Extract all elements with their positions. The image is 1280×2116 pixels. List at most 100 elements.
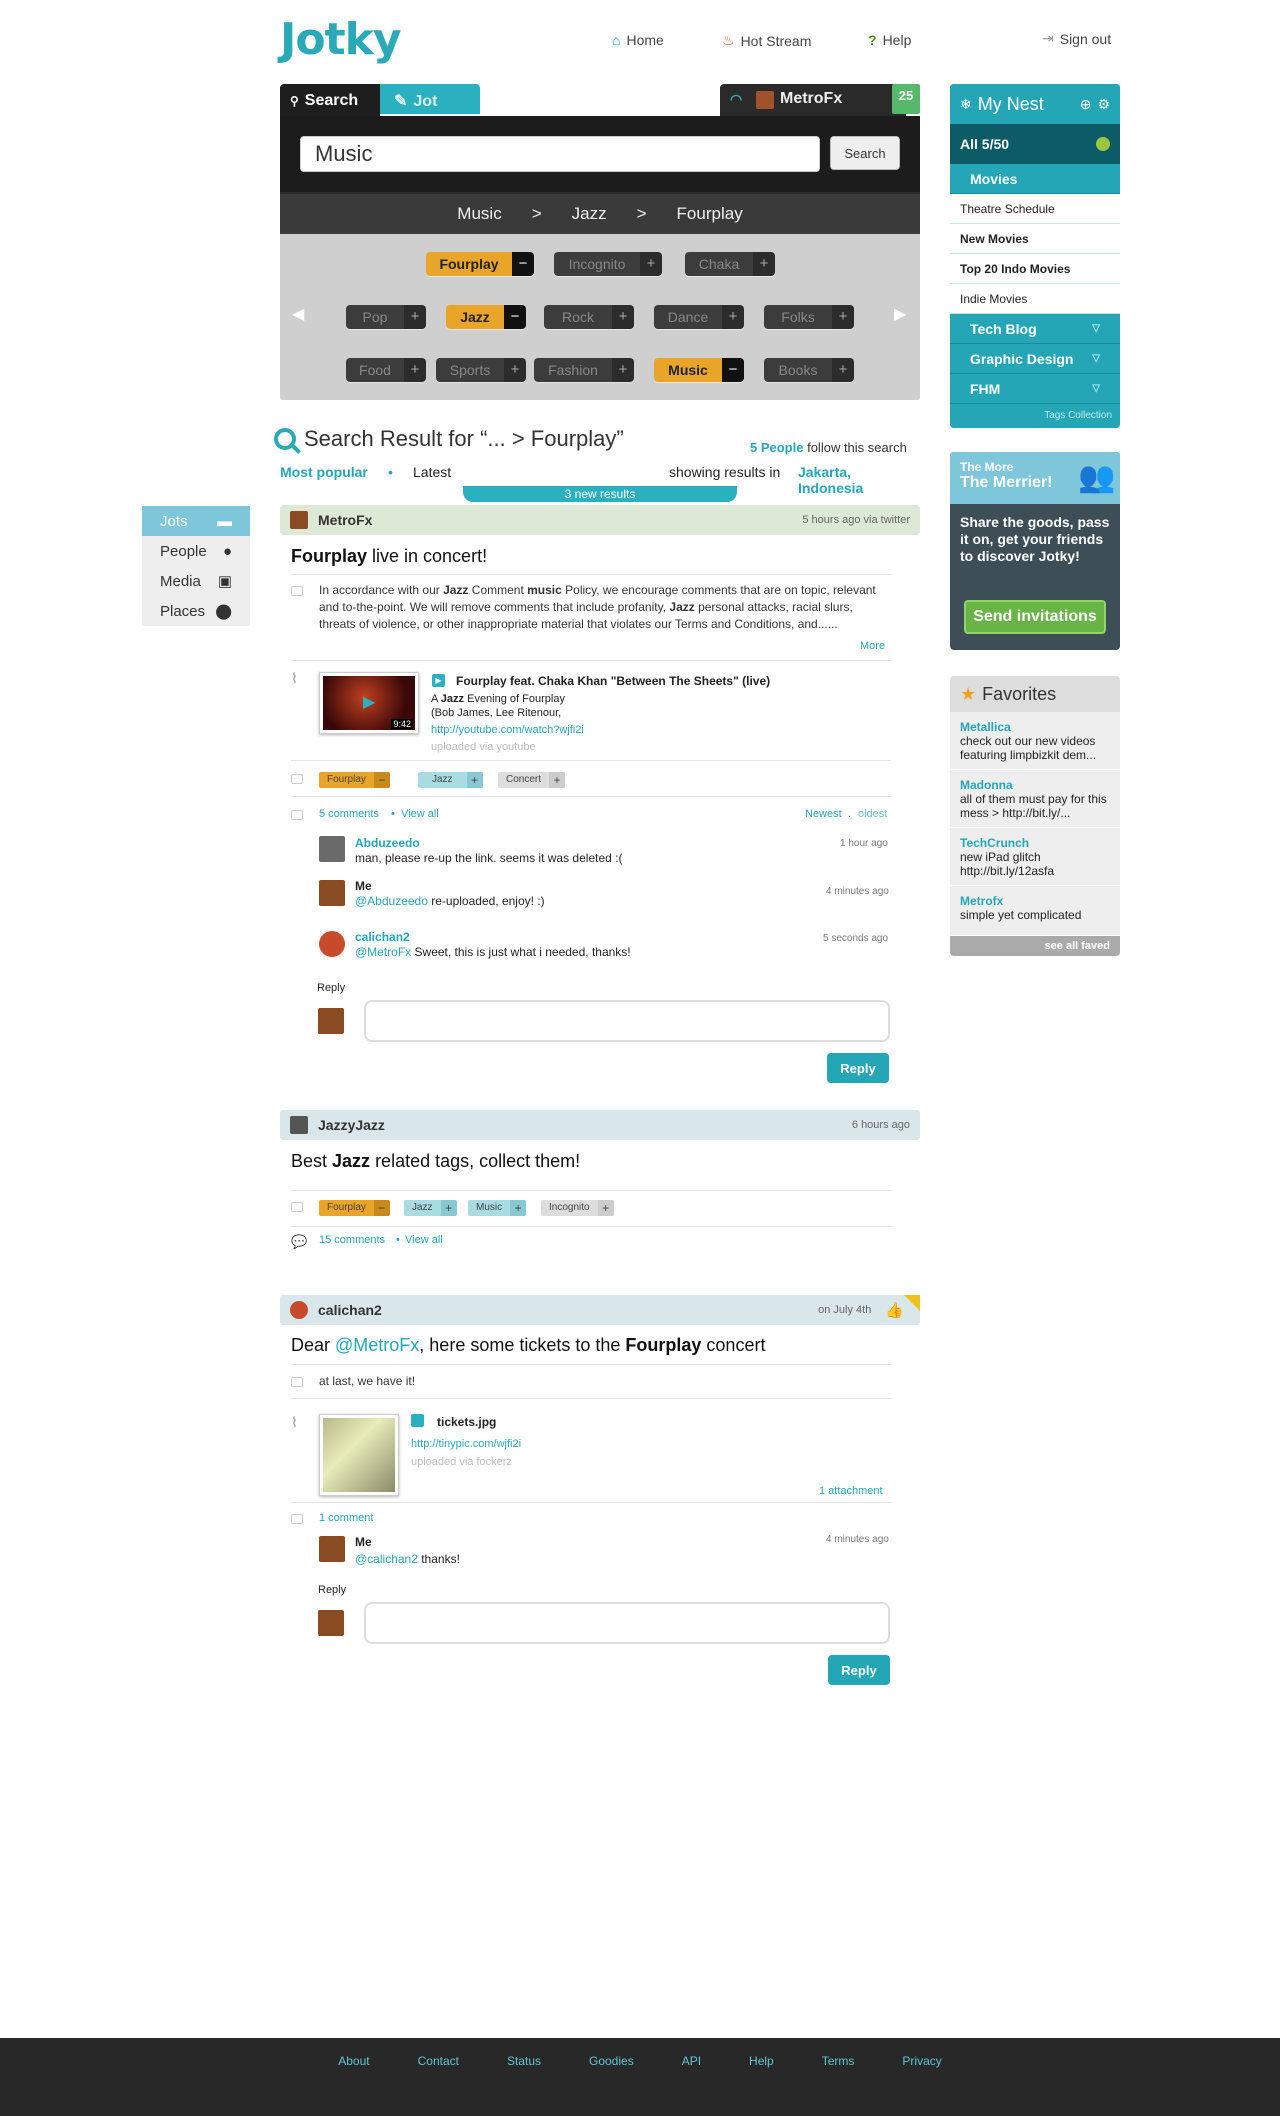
file-link[interactable]: http://tinypic.com/wjfi2i: [411, 1438, 521, 1450]
filter-jots[interactable]: Jots ▬: [142, 506, 250, 536]
notification-badge[interactable]: 25: [892, 84, 920, 114]
post-tag-incognito[interactable]: Incognito +: [541, 1200, 614, 1216]
footer-help[interactable]: Help: [725, 2054, 798, 2068]
footer-api[interactable]: API: [658, 2054, 725, 2068]
comments-count[interactable]: 1 comment: [319, 1512, 373, 1524]
tags-collection-link[interactable]: Tags Collection: [950, 404, 1120, 428]
search-button[interactable]: Search: [830, 136, 900, 170]
avatar[interactable]: [319, 836, 345, 862]
favorite-corner-icon[interactable]: [904, 1295, 920, 1311]
filter-media[interactable]: Media ▣: [142, 566, 250, 596]
post-tag-concert[interactable]: Concert +: [498, 772, 566, 788]
nest-section-graphic-design[interactable]: Graphic Design ▽: [950, 344, 1120, 374]
search-input[interactable]: [300, 136, 820, 172]
sort-newest[interactable]: Newest: [805, 808, 842, 820]
image-thumbnail[interactable]: [319, 1414, 399, 1496]
people-count-link[interactable]: 5 People: [750, 440, 803, 455]
tab-jot[interactable]: ✎ Jot: [380, 84, 480, 114]
remove-icon[interactable]: −: [373, 772, 390, 788]
comments-count[interactable]: 15 comments: [319, 1234, 385, 1246]
avatar[interactable]: [319, 931, 345, 957]
comment-author[interactable]: Me: [355, 879, 372, 893]
video-link[interactable]: http://youtube.com/watch?wjfi2i: [431, 724, 584, 736]
tag-rock[interactable]: Rock +: [544, 305, 634, 329]
favorite-item[interactable]: TechCrunch new iPad glitch http://bit.ly/…: [950, 828, 1120, 886]
nest-item[interactable]: Top 20 Indo Movies: [950, 254, 1120, 284]
mention-link[interactable]: @calichan2: [355, 1552, 418, 1566]
remove-icon[interactable]: −: [373, 1200, 390, 1216]
plus-icon[interactable]: +: [404, 358, 426, 382]
footer-privacy[interactable]: Privacy: [878, 2054, 965, 2068]
post-tag-fourplay[interactable]: Fourplay −: [319, 772, 390, 788]
new-results-bar[interactable]: 3 new results: [463, 486, 737, 502]
tag-music[interactable]: Music −: [654, 358, 744, 382]
remove-icon[interactable]: −: [512, 252, 534, 276]
tag-pop[interactable]: Pop +: [346, 305, 426, 329]
left-arrow-icon[interactable]: ◀: [292, 304, 304, 324]
mention-link[interactable]: @Abduzeedo: [355, 894, 428, 908]
footer-terms[interactable]: Terms: [798, 2054, 879, 2068]
tag-food[interactable]: Food +: [346, 358, 426, 382]
sort-most-popular[interactable]: Most popular: [280, 464, 368, 480]
plus-icon[interactable]: +: [466, 772, 483, 788]
remove-icon[interactable]: −: [722, 358, 744, 382]
plus-icon[interactable]: +: [597, 1200, 614, 1216]
post-tag-jazz[interactable]: Jazz +: [404, 1200, 457, 1216]
reply-button[interactable]: Reply: [828, 1655, 890, 1685]
comment-author[interactable]: Abduzeedo: [355, 836, 420, 850]
nest-section-tech-blog[interactable]: Tech Blog ▽: [950, 314, 1120, 344]
file-name[interactable]: tickets.jpg: [437, 1415, 496, 1429]
plus-icon[interactable]: +: [832, 305, 854, 329]
filter-places[interactable]: Places ⬤: [142, 596, 250, 626]
jotky-logo[interactable]: Jotky: [280, 14, 402, 65]
send-invitations-button[interactable]: Send invitations: [964, 600, 1106, 634]
tag-dance[interactable]: Dance +: [654, 305, 744, 329]
post-title[interactable]: Best Jazz related tags, collect them!: [291, 1151, 580, 1172]
tag-chaka[interactable]: Chaka +: [685, 252, 775, 276]
plus-icon[interactable]: +: [612, 305, 634, 329]
post-title[interactable]: Fourplay live in concert!: [291, 546, 487, 567]
video-title[interactable]: Fourplay feat. Chaka Khan "Between The S…: [456, 674, 770, 688]
nest-section-movies[interactable]: Movies: [950, 164, 1120, 194]
settings-icon[interactable]: ⚙: [1097, 96, 1110, 113]
comment-author[interactable]: calichan2: [355, 930, 410, 944]
avatar[interactable]: [290, 1301, 308, 1319]
tag-sports[interactable]: Sports +: [436, 358, 526, 382]
nest-section-fhm[interactable]: FHM ▽: [950, 374, 1120, 404]
nest-item[interactable]: Indie Movies: [950, 284, 1120, 314]
tab-search[interactable]: ⚲ Search: [280, 84, 380, 116]
view-all-comments[interactable]: View all: [405, 1234, 443, 1246]
post-author[interactable]: calichan2: [318, 1302, 382, 1318]
thumbs-up-icon[interactable]: 👍: [885, 1301, 904, 1319]
right-arrow-icon[interactable]: ▶: [894, 304, 906, 324]
post-author[interactable]: MetroFx: [318, 512, 372, 528]
sort-oldest[interactable]: oldest: [858, 808, 887, 820]
footer-contact[interactable]: Contact: [394, 2054, 483, 2068]
post-author[interactable]: JazzyJazz: [318, 1117, 385, 1133]
sort-latest[interactable]: Latest: [413, 464, 451, 480]
plus-icon[interactable]: +: [549, 772, 566, 788]
reply-input[interactable]: [364, 1000, 890, 1042]
plus-icon[interactable]: +: [722, 305, 744, 329]
remove-icon[interactable]: −: [504, 305, 526, 329]
tag-books[interactable]: Books +: [764, 358, 854, 382]
nav-help[interactable]: ? Help: [868, 32, 911, 48]
video-thumbnail[interactable]: ▶ 9:42: [319, 672, 419, 734]
post-tag-jazz[interactable]: Jazz +: [418, 772, 483, 788]
plus-icon[interactable]: ⊕: [1080, 96, 1092, 113]
footer-status[interactable]: Status: [483, 2054, 565, 2068]
avatar[interactable]: [319, 1536, 345, 1562]
see-all-faved-link[interactable]: see all faved: [950, 936, 1120, 956]
comments-count[interactable]: 5 comments: [319, 808, 379, 820]
breadcrumb-music[interactable]: Music: [457, 204, 501, 224]
nest-all-count[interactable]: All 5/50: [950, 124, 1120, 164]
reply-input[interactable]: [364, 1602, 890, 1644]
nav-home[interactable]: ⌂ Home: [612, 32, 664, 48]
avatar[interactable]: [319, 880, 345, 906]
more-link[interactable]: More: [860, 640, 885, 652]
plus-icon[interactable]: +: [440, 1200, 457, 1216]
tag-fourplay[interactable]: Fourplay −: [426, 252, 534, 276]
mention-link[interactable]: @MetroFx: [355, 945, 411, 959]
filter-people[interactable]: People ●: [142, 536, 250, 566]
tab-user-stream[interactable]: ◠ MetroFx: [720, 84, 906, 116]
